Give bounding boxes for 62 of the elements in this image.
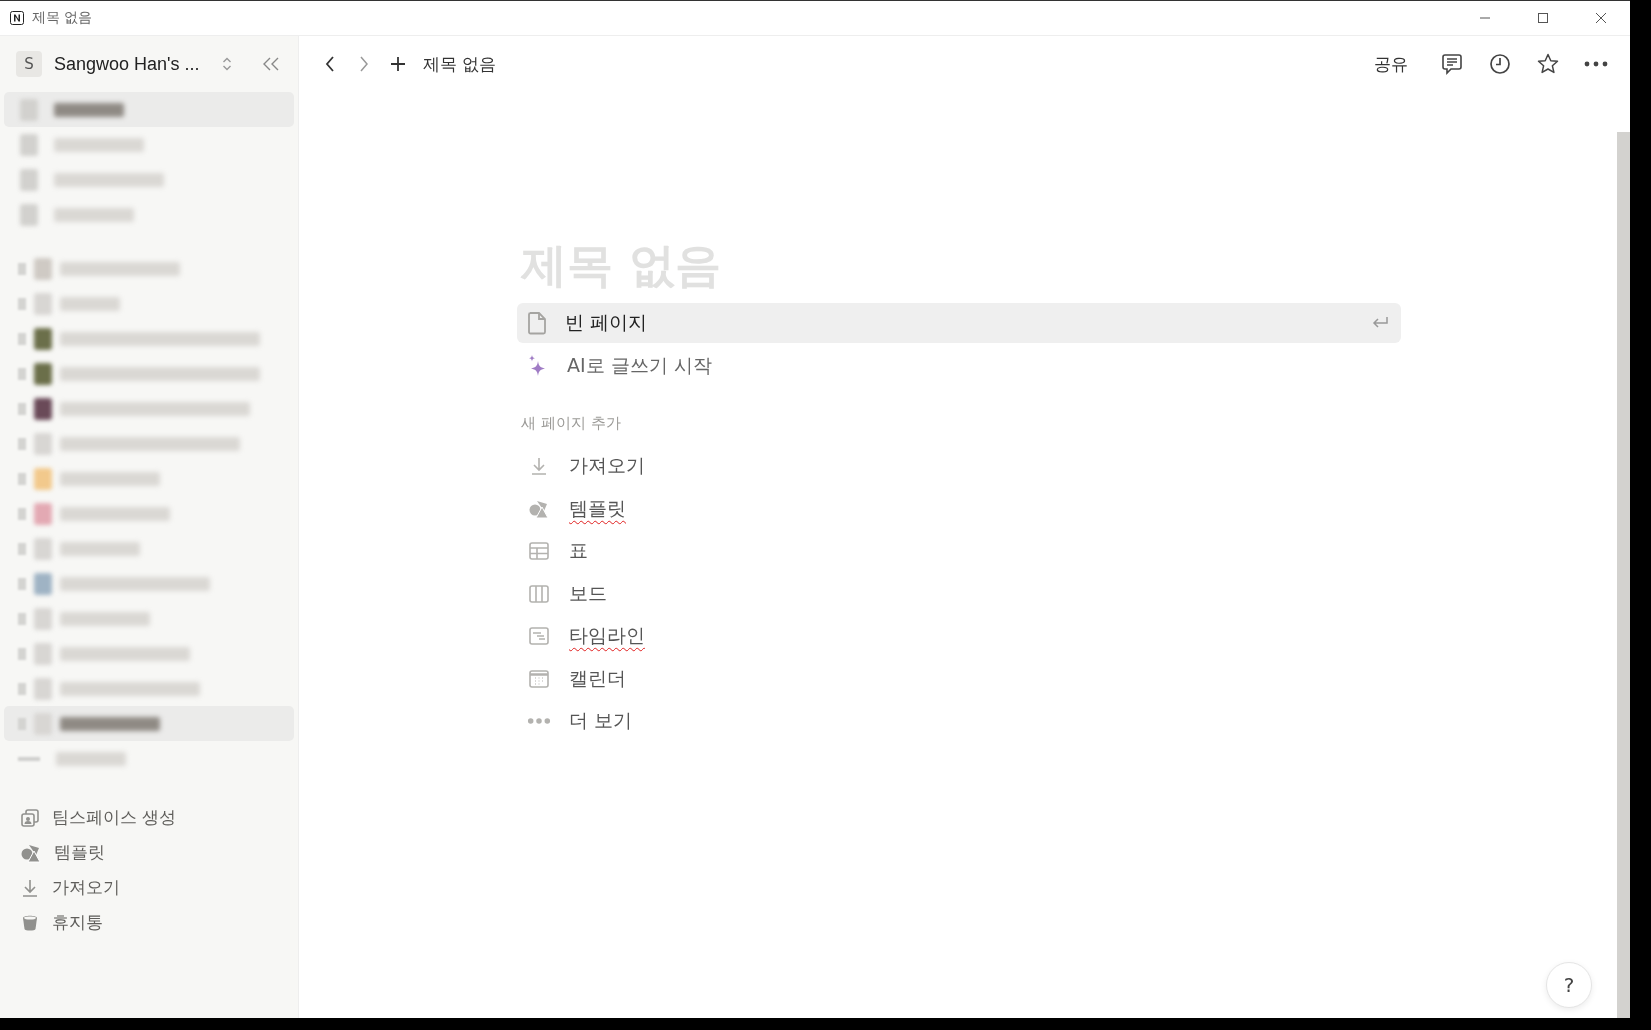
- section-label: 새 페이지 추가: [521, 414, 622, 433]
- share-button[interactable]: 공유: [1370, 48, 1412, 80]
- blurred-toggle-icon: [18, 682, 26, 695]
- blurred-toggle-icon: [18, 647, 26, 660]
- blurred-toggle-icon: [18, 367, 26, 380]
- scrollbar[interactable]: [1617, 132, 1630, 1018]
- add-page-option[interactable]: 템플릿: [517, 487, 927, 530]
- shapes-icon: [20, 842, 42, 863]
- workspace-name: Sangwoo Han's ...: [54, 53, 200, 75]
- add-page-option[interactable]: 표: [517, 530, 927, 573]
- workspace-switcher[interactable]: S Sangwoo Han's ...: [16, 51, 258, 77]
- chevron-up-down-icon: [221, 56, 232, 72]
- timeline-icon: [527, 627, 551, 646]
- blurred-label: [54, 102, 124, 117]
- blank-page-option[interactable]: 빈 페이지: [517, 303, 1401, 343]
- sidebar-item[interactable]: [4, 706, 294, 741]
- app-logo-icon: [10, 11, 24, 25]
- sidebar-item[interactable]: [4, 92, 294, 127]
- help-button[interactable]: ?: [1546, 962, 1592, 1008]
- sidebar-item[interactable]: 가져오기: [4, 870, 294, 905]
- sidebar-item[interactable]: 휴지통: [4, 905, 294, 940]
- blurred-page-icon: [20, 203, 38, 226]
- shapes-icon: [527, 498, 551, 519]
- enter-key-icon: [1371, 316, 1389, 330]
- page-icon: [527, 311, 547, 335]
- blurred-toggle-icon: [18, 756, 40, 761]
- blurred-toggle-icon: [18, 717, 26, 730]
- blurred-toggle-icon: [18, 402, 26, 415]
- table-icon: [527, 542, 551, 561]
- calendar-icon: [527, 669, 551, 688]
- blurred-toggle-icon: [18, 332, 26, 345]
- blurred-page-icon: [20, 168, 38, 191]
- blurred-toggle-icon: [18, 612, 26, 625]
- sidebar-item[interactable]: 템플릿: [4, 835, 294, 870]
- blurred-toggle-icon: [18, 542, 26, 555]
- blurred-label: [56, 751, 126, 766]
- window-title: 제목 없음: [32, 9, 93, 27]
- close-icon: [1595, 12, 1607, 24]
- blurred-page-icon: [20, 98, 38, 121]
- download-icon: [20, 877, 40, 898]
- ai-writing-option[interactable]: AI로 글쓰기 시작: [517, 346, 1401, 386]
- breadcrumb[interactable]: 제목 없음: [423, 52, 497, 76]
- blurred-toggle-icon: [18, 577, 26, 590]
- add-page-option[interactable]: 타임라인: [517, 615, 927, 658]
- board-icon: [527, 584, 551, 603]
- sidebar-item[interactable]: 팀스페이스 생성: [4, 800, 294, 835]
- blurred-page-icon: [20, 133, 38, 156]
- blurred-toggle-icon: [18, 297, 26, 310]
- blurred-toggle-icon: [18, 437, 26, 450]
- more-icon: [527, 717, 551, 726]
- add-page-option[interactable]: 더 보기: [517, 700, 927, 743]
- maximize-icon: [1537, 12, 1549, 24]
- blurred-toggle-icon: [18, 507, 26, 520]
- add-page-option[interactable]: 캘린더: [517, 657, 927, 700]
- plus-icon: [389, 55, 407, 73]
- add-page-option[interactable]: 보드: [517, 572, 927, 615]
- add-page-option[interactable]: 가져오기: [517, 445, 927, 488]
- blurred-toggle-icon: [18, 472, 26, 485]
- blurred-label: [60, 296, 120, 311]
- workspace-avatar: S: [16, 51, 42, 77]
- teamspace-icon: [20, 807, 40, 828]
- blurred-toggle-icon: [18, 262, 26, 275]
